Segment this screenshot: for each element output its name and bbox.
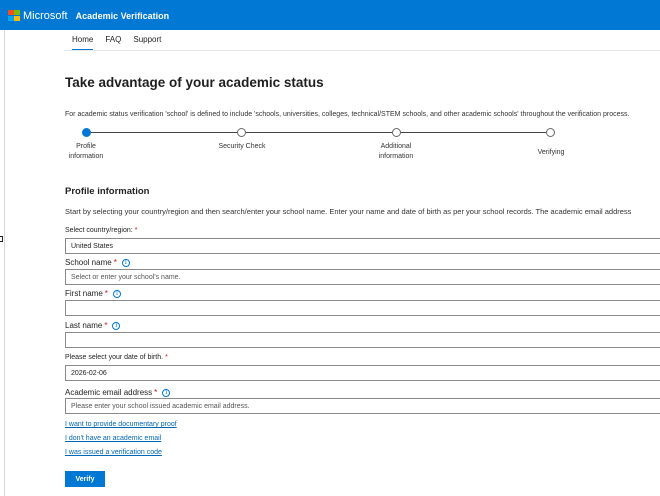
section-title: Profile information [65, 186, 150, 197]
brand[interactable]: Microsoft Academic Verification [8, 9, 169, 22]
required-mark: * [104, 289, 108, 298]
country-value: United States [71, 242, 114, 250]
first-name-input[interactable] [65, 300, 660, 316]
logo-square-yellow [14, 15, 20, 21]
info-icon[interactable]: i [121, 258, 130, 267]
required-mark: * [104, 321, 108, 330]
required-mark: * [165, 354, 168, 361]
email-placeholder: Please enter your school issued academic… [71, 402, 250, 410]
required-mark: * [113, 258, 117, 267]
step-1-dot [82, 128, 91, 137]
first-name-label: First name [65, 289, 103, 298]
info-icon[interactable]: i [162, 388, 171, 397]
edge-marker [0, 236, 3, 242]
brand-name: Microsoft [23, 9, 68, 22]
required-mark: * [134, 227, 138, 234]
school-input[interactable]: Select or enter your school's name. [65, 269, 660, 285]
country-select[interactable]: United States [65, 238, 660, 254]
email-label: Academic email address [65, 388, 153, 397]
verification-code-link[interactable]: I was issued a verification code [65, 449, 162, 456]
info-icon[interactable]: i [112, 321, 121, 330]
school-label-row: School name * i [65, 258, 130, 267]
logo-square-green [14, 9, 20, 15]
dob-value: 2026-02-06 [71, 369, 107, 377]
product-name: Academic Verification [75, 10, 170, 21]
nav-faq[interactable]: FAQ [105, 35, 121, 51]
section-description: Start by selecting your country/region a… [65, 207, 632, 216]
step-2-label: Security Check [218, 143, 266, 150]
required-mark: * [154, 388, 158, 397]
nav-home[interactable]: Home [72, 35, 94, 51]
stepper-connector-1 [91, 132, 237, 133]
dob-input[interactable]: 2026-02-06 [65, 365, 660, 381]
email-input[interactable]: Please enter your school issued academic… [65, 398, 660, 414]
verify-button[interactable]: Verify [65, 471, 105, 487]
last-name-label-row: Last name * i [65, 321, 121, 330]
dob-label: Please select your date of birth. [65, 354, 164, 361]
intro-text: For academic status verification 'school… [65, 111, 630, 118]
step-2-dot [237, 128, 246, 137]
stepper-connector-3 [401, 132, 546, 133]
logo-square-blue [8, 15, 14, 21]
country-label: Select country/region: [65, 227, 133, 234]
page-title: Take advantage of your academic status [65, 75, 324, 90]
email-label-row: Academic email address * i [65, 388, 171, 397]
step-3-dot [392, 128, 401, 137]
dob-label-row: Please select your date of birth. * [65, 354, 168, 361]
last-name-input[interactable] [65, 332, 660, 348]
first-name-label-row: First name * i [65, 289, 121, 298]
step-3-label: Additional information [378, 143, 414, 160]
microsoft-logo-icon [8, 9, 20, 22]
nav-support[interactable]: Support [133, 35, 161, 51]
nav-divider [64, 50, 660, 51]
top-bar: Microsoft Academic Verification [0, 0, 660, 30]
step-4-label: Verifying [537, 149, 565, 156]
last-name-label: Last name [65, 321, 103, 330]
info-icon[interactable]: i [112, 289, 121, 298]
school-placeholder: Select or enter your school's name. [71, 273, 181, 281]
stepper-connector-2 [246, 132, 392, 133]
step-1-label: Profile information [68, 143, 104, 160]
school-label: School name [65, 258, 112, 267]
left-edge-line [4, 30, 5, 496]
no-academic-email-link[interactable]: I don't have an academic email [65, 435, 161, 442]
top-nav: Home FAQ Support [72, 35, 173, 51]
logo-square-red [8, 9, 14, 15]
country-label-row: Select country/region: * [65, 227, 137, 234]
documentary-proof-link[interactable]: I want to provide documentary proof [65, 421, 177, 428]
step-4-dot [546, 128, 555, 137]
